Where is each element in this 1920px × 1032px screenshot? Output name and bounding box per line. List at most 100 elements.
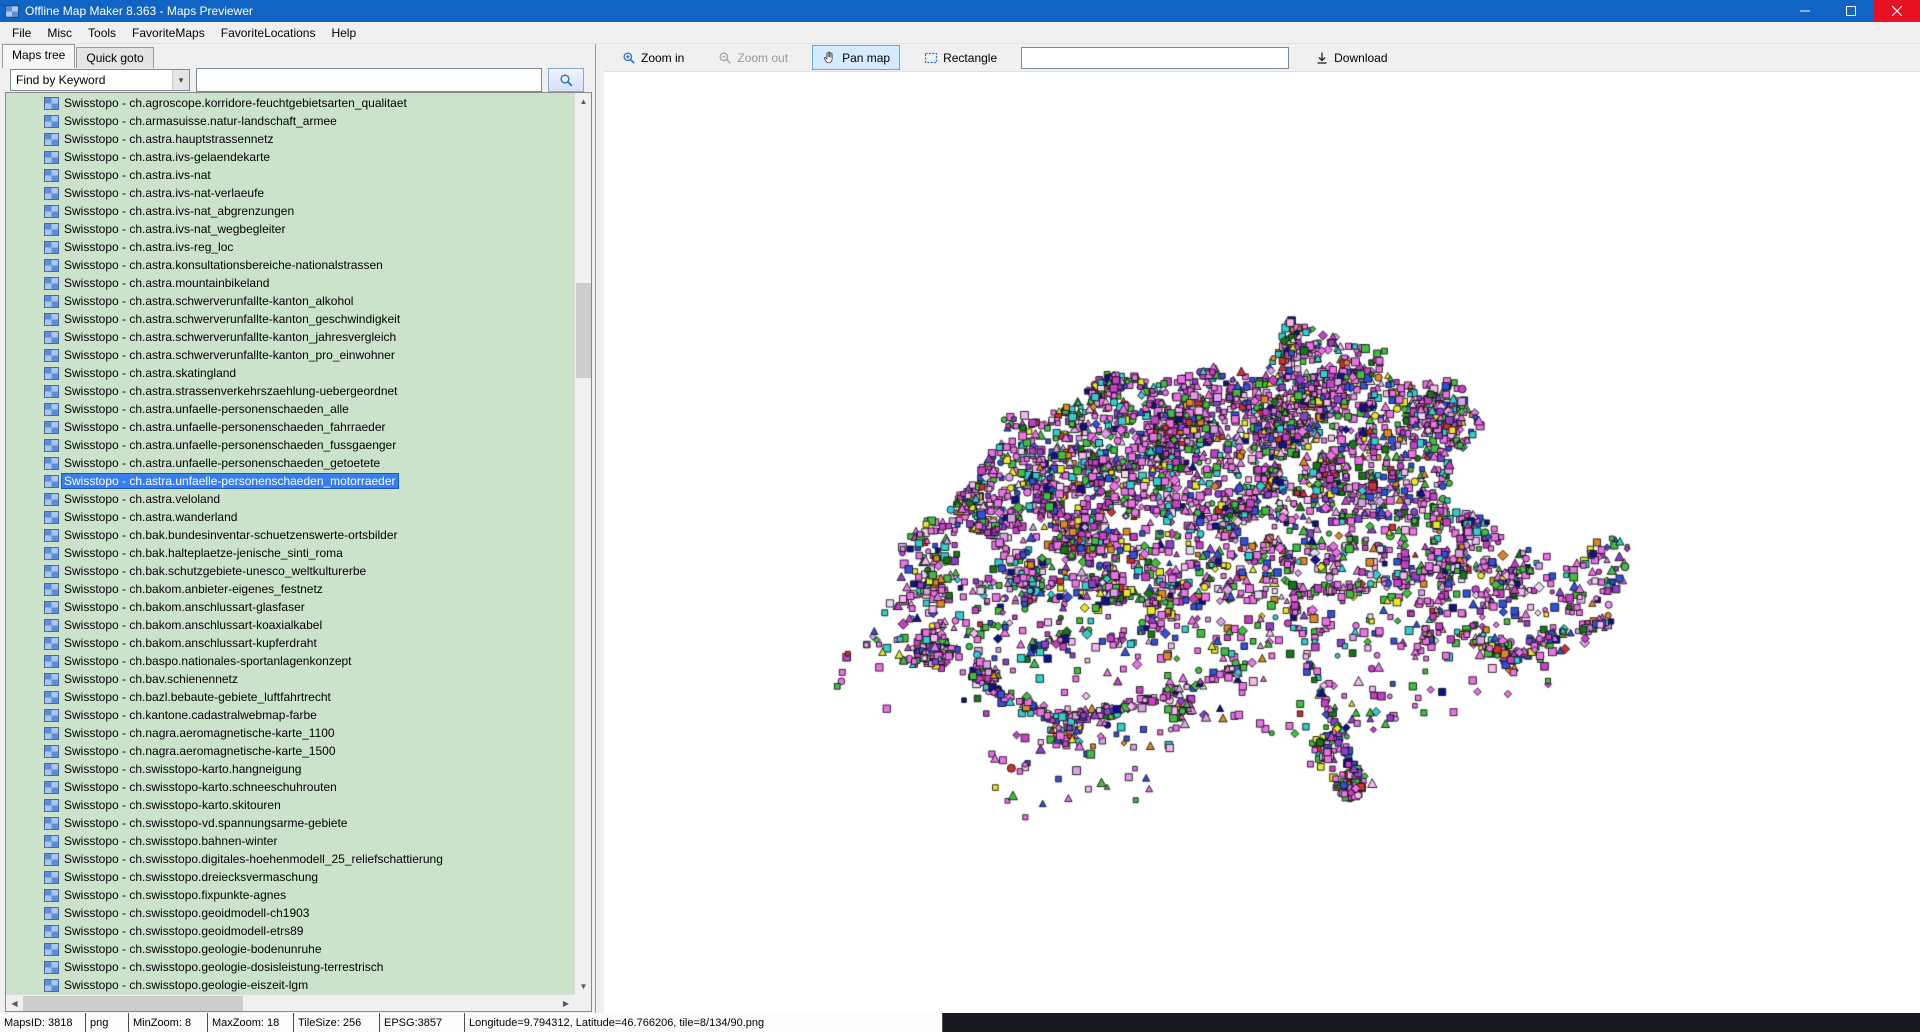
list-item[interactable]: Swisstopo - ch.astra.unfaelle-personensc… — [6, 418, 574, 436]
close-button[interactable] — [1874, 0, 1920, 22]
list-item[interactable]: Swisstopo - ch.bazl.bebaute-gebiete_luft… — [6, 688, 574, 706]
rectangle-button[interactable]: Rectangle — [914, 46, 1007, 70]
toolbar-input[interactable] — [1021, 46, 1290, 69]
list-item[interactable]: Swisstopo - ch.astra.ivs-gelaendekarte — [6, 148, 574, 166]
list-item[interactable]: Swisstopo - ch.bak.halteplaetze-jenische… — [6, 544, 574, 562]
horizontal-scroll-thumb[interactable] — [23, 996, 243, 1011]
menu-item-favoritemaps[interactable]: FavoriteMaps — [124, 24, 213, 42]
list-item[interactable]: Swisstopo - ch.astra.wanderland — [6, 508, 574, 526]
list-item[interactable]: Swisstopo - ch.astra.ivs-nat — [6, 166, 574, 184]
menu-item-favoritelocations[interactable]: FavoriteLocations — [213, 24, 324, 42]
list-item[interactable]: Swisstopo - ch.swisstopo-vd.spannungsarm… — [6, 814, 574, 832]
list-item[interactable]: Swisstopo - ch.bakom.anschlussart-kupfer… — [6, 634, 574, 652]
map-canvas[interactable] — [604, 72, 1920, 1013]
zoom-out-button[interactable]: Zoom out — [708, 46, 798, 70]
list-item-label: Swisstopo - ch.swisstopo.geologie-eiszei… — [64, 978, 309, 992]
status-segment: png — [86, 1013, 129, 1032]
menu-item-file[interactable]: File — [4, 24, 39, 42]
list-item[interactable]: Swisstopo - ch.swisstopo.bahnen-winter — [6, 832, 574, 850]
list-item[interactable]: Swisstopo - ch.armasuisse.natur-landscha… — [6, 112, 574, 130]
list-item[interactable]: Swisstopo - ch.swisstopo-karto.hangneigu… — [6, 760, 574, 778]
list-item[interactable]: Swisstopo - ch.bakom.anbieter-eigenes_fe… — [6, 580, 574, 598]
menu-item-help[interactable]: Help — [323, 24, 364, 42]
list-item-label: Swisstopo - ch.swisstopo.fixpunkte-agnes — [64, 888, 287, 902]
app-icon — [4, 3, 20, 19]
list-item[interactable]: Swisstopo - ch.astra.konsultationsbereic… — [6, 256, 574, 274]
list-item[interactable]: Swisstopo - ch.swisstopo.geologie-bodenu… — [6, 940, 574, 958]
list-item[interactable]: Swisstopo - ch.swisstopo-karto.skitouren — [6, 796, 574, 814]
list-item[interactable]: Swisstopo - ch.bak.schutzgebiete-unesco_… — [6, 562, 574, 580]
vertical-scroll-thumb[interactable] — [576, 283, 591, 378]
menu-item-tools[interactable]: Tools — [80, 24, 124, 42]
list-item[interactable]: Swisstopo - ch.astra.schwerverunfallte-k… — [6, 346, 574, 364]
list-item[interactable]: Swisstopo - ch.astra.ivs-nat_wegbegleite… — [6, 220, 574, 238]
list-item[interactable]: Swisstopo - ch.astra.veloland — [6, 490, 574, 508]
horizontal-scrollbar[interactable]: ◀ ▶ — [6, 994, 574, 1011]
list-item[interactable]: Swisstopo - ch.swisstopo.fixpunkte-agnes — [6, 886, 574, 904]
list-item-label: Swisstopo - ch.astra.ivs-nat_abgrenzunge… — [64, 204, 295, 218]
maximize-button[interactable] — [1828, 0, 1874, 22]
list-item-label: Swisstopo - ch.nagra.aeromagnetische-kar… — [64, 726, 335, 740]
list-item-label: Swisstopo - ch.swisstopo.digitales-hoehe… — [64, 852, 443, 866]
list-item[interactable]: Swisstopo - ch.swisstopo.dreiecksvermasc… — [6, 868, 574, 886]
search-mode-value: Find by Keyword — [16, 73, 106, 87]
scroll-down-arrow[interactable]: ▼ — [575, 978, 592, 994]
list-item[interactable]: Swisstopo - ch.astra.unfaelle-personensc… — [6, 400, 574, 418]
list-item[interactable]: Swisstopo - ch.bav.schienennetz — [6, 670, 574, 688]
download-button[interactable]: Download — [1305, 46, 1397, 70]
list-item[interactable]: Swisstopo - ch.swisstopo.geologie-eiszei… — [6, 976, 574, 994]
zoom-out-label: Zoom out — [737, 50, 789, 65]
list-item[interactable]: Swisstopo - ch.kantone.cadastralwebmap-f… — [6, 706, 574, 724]
list-item[interactable]: Swisstopo - ch.astra.schwerverunfallte-k… — [6, 328, 574, 346]
list-item[interactable]: Swisstopo - ch.baspo.nationales-sportanl… — [6, 652, 574, 670]
scroll-up-arrow[interactable]: ▲ — [575, 93, 592, 109]
list-item[interactable]: Swisstopo - ch.agroscope.korridore-feuch… — [6, 94, 574, 112]
search-button[interactable] — [548, 68, 584, 92]
list-item[interactable]: Swisstopo - ch.astra.unfaelle-personensc… — [6, 454, 574, 472]
list-item[interactable]: Swisstopo - ch.astra.ivs-nat_abgrenzunge… — [6, 202, 574, 220]
list-item[interactable]: Swisstopo - ch.astra.hauptstrassennetz — [6, 130, 574, 148]
list-item[interactable]: Swisstopo - ch.astra.unfaelle-personensc… — [6, 472, 574, 490]
chevron-down-icon[interactable]: ▾ — [172, 70, 189, 90]
list-item-label: Swisstopo - ch.astra.unfaelle-personensc… — [61, 473, 399, 489]
list-item[interactable]: Swisstopo - ch.astra.ivs-reg_loc — [6, 238, 574, 256]
download-icon — [1317, 52, 1327, 64]
list-item[interactable]: Swisstopo - ch.bakom.anschlussart-glasfa… — [6, 598, 574, 616]
vertical-scrollbar[interactable]: ▲ ▼ — [574, 93, 591, 994]
minimize-button[interactable] — [1782, 0, 1828, 22]
list-item-label: Swisstopo - ch.swisstopo.geologie-dosisl… — [64, 960, 384, 974]
list-item[interactable]: Swisstopo - ch.bak.bundesinventar-schuet… — [6, 526, 574, 544]
list-item-label: Swisstopo - ch.swisstopo.geoidmodell-etr… — [64, 924, 304, 938]
map-tile-icon — [44, 402, 61, 416]
list-item[interactable]: Swisstopo - ch.astra.schwerverunfallte-k… — [6, 292, 574, 310]
list-item[interactable]: Swisstopo - ch.astra.ivs-nat-verlaeufe — [6, 184, 574, 202]
list-item[interactable]: Swisstopo - ch.astra.skatingland — [6, 364, 574, 382]
pan-map-button[interactable]: Pan map — [812, 45, 901, 70]
search-mode-dropdown[interactable]: Find by Keyword ▾ — [10, 69, 190, 91]
search-input[interactable] — [196, 68, 542, 92]
list-item[interactable]: Swisstopo - ch.swisstopo.geoidmodell-ch1… — [6, 904, 574, 922]
scroll-right-arrow[interactable]: ▶ — [558, 995, 574, 1012]
list-item[interactable]: Swisstopo - ch.astra.strassenverkehrszae… — [6, 382, 574, 400]
map-tile-icon — [44, 744, 61, 758]
menu-item-misc[interactable]: Misc — [39, 24, 80, 42]
list-item[interactable]: Swisstopo - ch.astra.unfaelle-personensc… — [6, 436, 574, 454]
list-item-label: Swisstopo - ch.astra.unfaelle-personensc… — [64, 402, 349, 416]
panel-splitter[interactable] — [596, 44, 604, 1013]
list-item[interactable]: Swisstopo - ch.astra.mountainbikeland — [6, 274, 574, 292]
scroll-left-arrow[interactable]: ◀ — [6, 995, 23, 1011]
list-item[interactable]: Swisstopo - ch.astra.schwerverunfallte-k… — [6, 310, 574, 328]
zoom-in-button[interactable]: Zoom in — [612, 46, 694, 70]
tab-maps-tree[interactable]: Maps tree — [2, 44, 76, 68]
tab-quick-goto[interactable]: Quick goto — [76, 47, 154, 68]
map-tile-icon — [44, 456, 61, 470]
list-item-label: Swisstopo - ch.kantone.cadastralwebmap-f… — [64, 708, 317, 722]
list-item[interactable]: Swisstopo - ch.bakom.anschlussart-koaxia… — [6, 616, 574, 634]
list-item[interactable]: Swisstopo - ch.swisstopo.geoidmodell-etr… — [6, 922, 574, 940]
list-item-label: Swisstopo - ch.astra.schwerverunfallte-k… — [64, 330, 397, 344]
list-item[interactable]: Swisstopo - ch.nagra.aeromagnetische-kar… — [6, 724, 574, 742]
list-item[interactable]: Swisstopo - ch.swisstopo-karto.schneesch… — [6, 778, 574, 796]
list-item[interactable]: Swisstopo - ch.swisstopo.geologie-dosisl… — [6, 958, 574, 976]
list-item[interactable]: Swisstopo - ch.swisstopo.digitales-hoehe… — [6, 850, 574, 868]
list-item[interactable]: Swisstopo - ch.nagra.aeromagnetische-kar… — [6, 742, 574, 760]
